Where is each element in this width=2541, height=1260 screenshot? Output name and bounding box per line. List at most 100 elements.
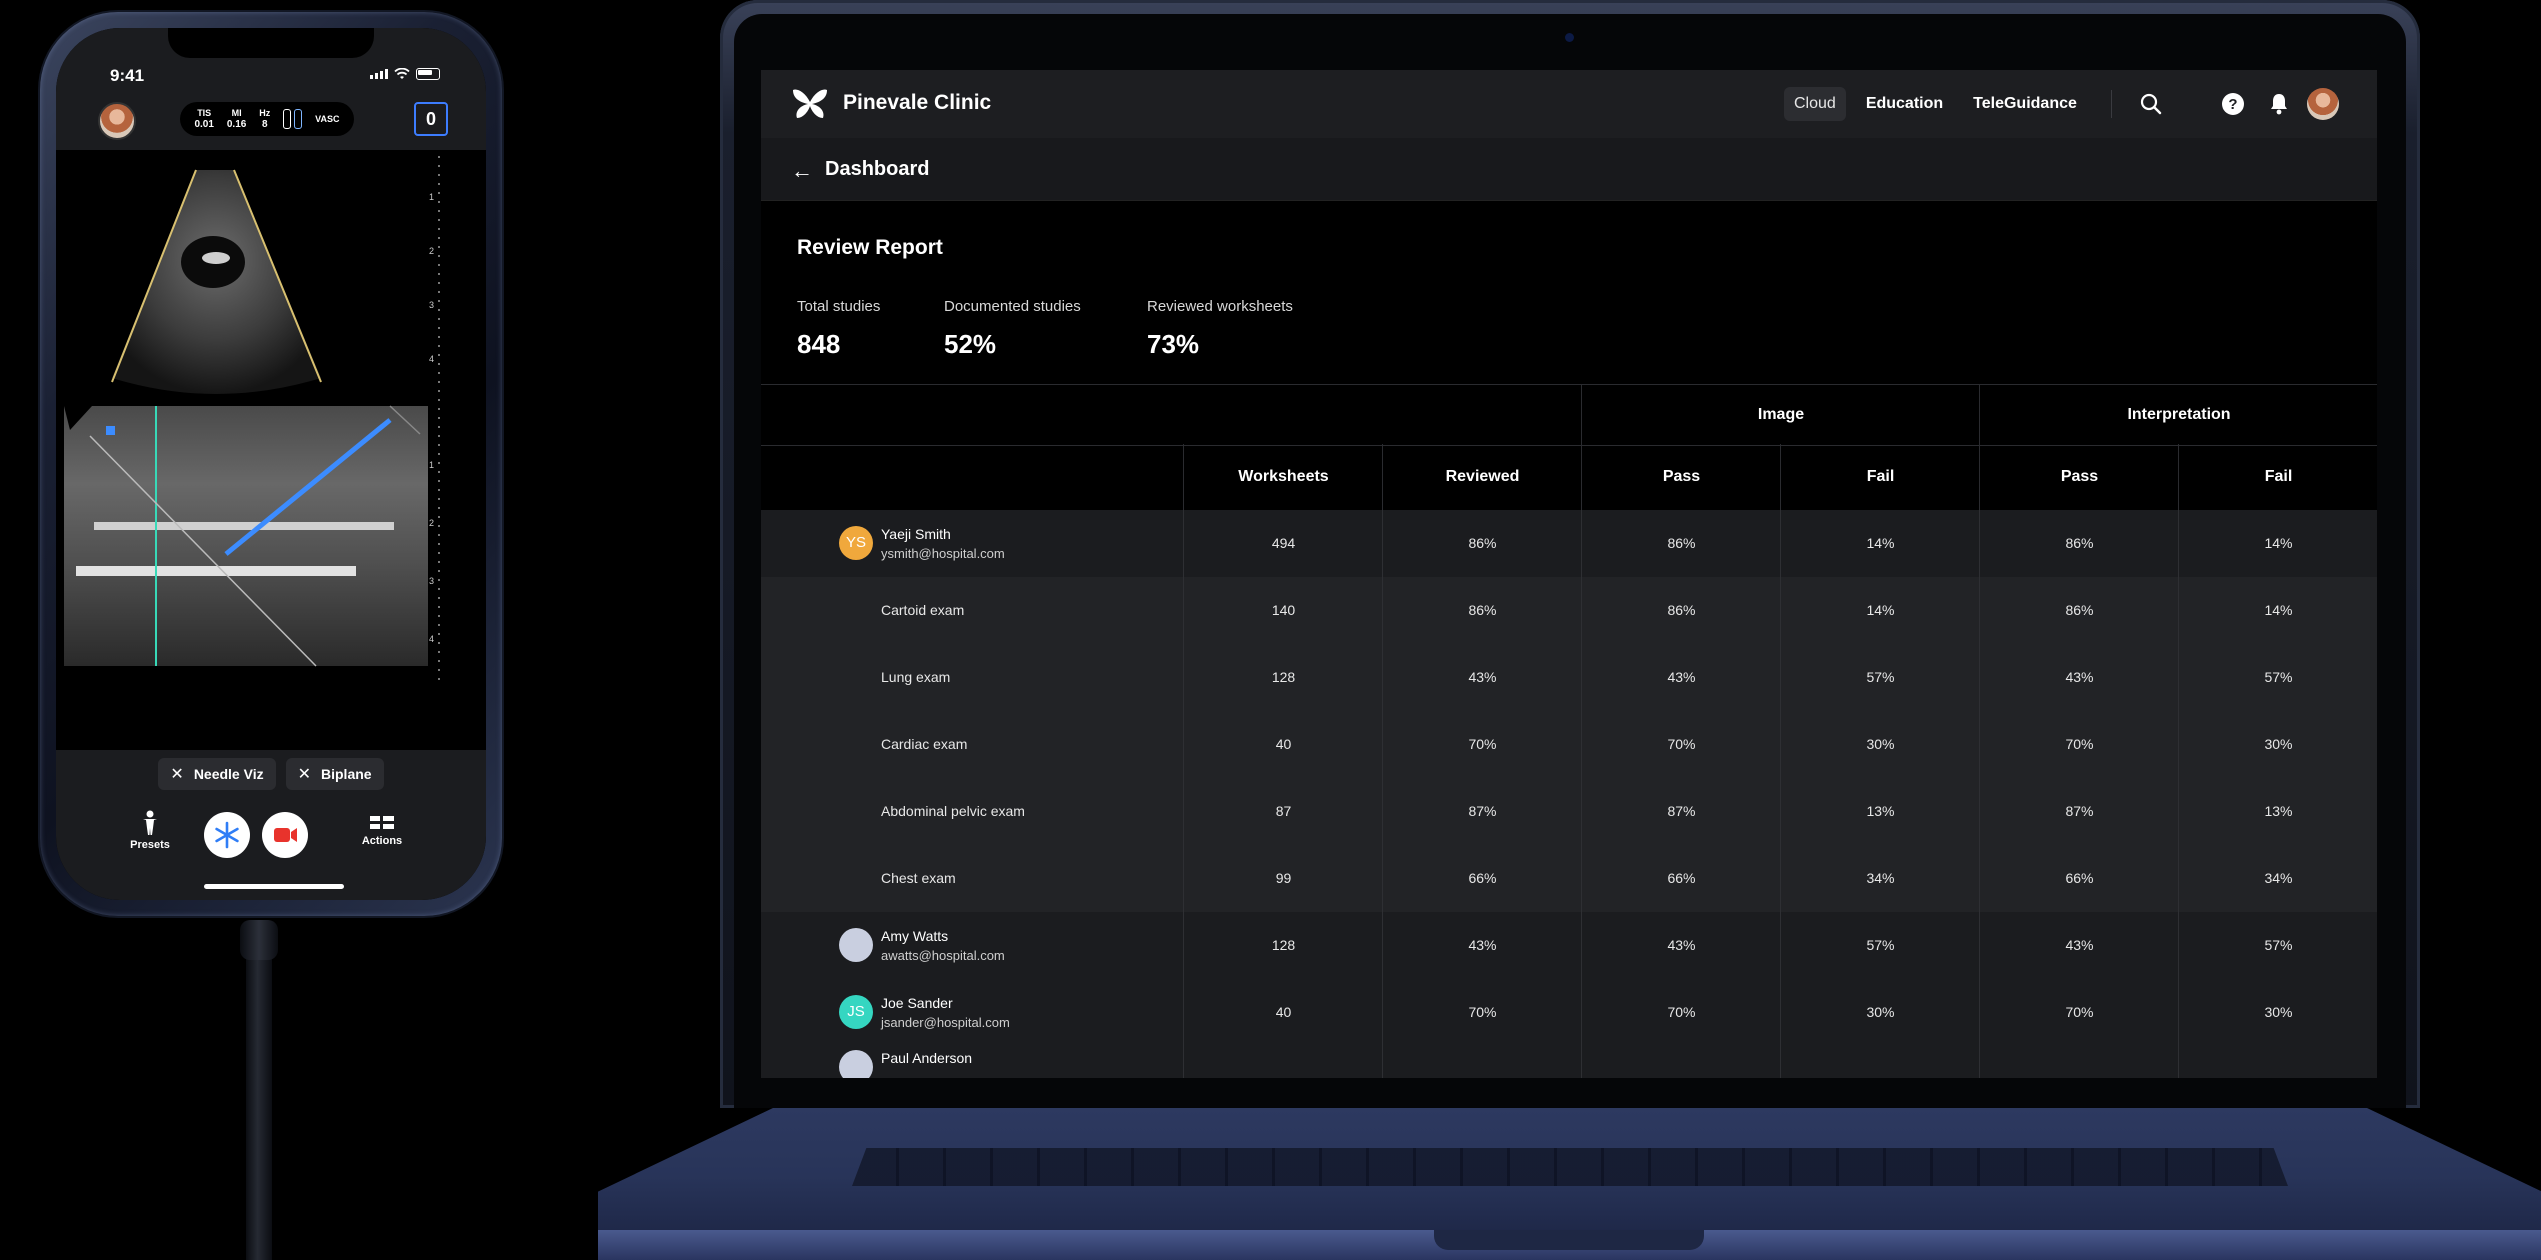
bell-icon[interactable] (2267, 92, 2291, 116)
user-avatar[interactable] (98, 102, 136, 140)
table-cell: 70% (1979, 711, 2179, 778)
table-cell: 87% (1979, 778, 2179, 845)
web-app: Pinevale Clinic Cloud Education TeleGuid… (761, 70, 2377, 1078)
chip-label: Needle Viz (193, 766, 264, 782)
col-worksheets[interactable]: Worksheets (1183, 444, 1383, 510)
svg-text:?: ? (2228, 96, 2237, 113)
col-interp-fail[interactable]: Fail (2178, 444, 2377, 510)
table-header: Worksheets Reviewed Pass Fail Pass Fail (761, 444, 2377, 511)
group-image: Image (1581, 385, 1980, 445)
phone-screen: 9:41 TIS 0.01 MI 0.16 Hz 8 VASC 0 1 2 3 … (56, 28, 486, 900)
table-cell: 57% (1780, 912, 1980, 979)
close-icon[interactable]: ✕ (170, 764, 183, 784)
avatar (839, 928, 873, 962)
table-cell: 43% (1382, 644, 1582, 711)
table-cell: 128 (1183, 912, 1383, 979)
table-cell: 30% (2178, 711, 2377, 778)
exam-name: Lung exam (881, 669, 951, 685)
biplane-chip[interactable]: ✕ Biplane (285, 758, 384, 790)
laptop-notch (1434, 1230, 1704, 1250)
scan-controls: ✕ Needle Viz ✕ Biplane Presets Actions (56, 750, 486, 900)
table-cell: 43% (1979, 644, 2179, 711)
snowflake-icon (215, 821, 239, 849)
table-cell: 70% (1382, 711, 1582, 778)
table-cell (1581, 1046, 1781, 1078)
stat-documented-studies: Documented studies 52% (944, 298, 1081, 359)
nav-cloud[interactable]: Cloud (1784, 87, 1846, 121)
table-cell: 87 (1183, 778, 1383, 845)
table-cell: 14% (1780, 577, 1980, 644)
profile-avatar[interactable] (2307, 88, 2339, 120)
name-cell: Abdominal pelvic exam (761, 778, 1183, 845)
stat-reviewed-worksheets: Reviewed worksheets 73% (1147, 298, 1293, 359)
scan-parameters[interactable]: TIS 0.01 MI 0.16 Hz 8 VASC (180, 102, 354, 136)
probe-icon (283, 109, 292, 129)
status-time: 9:41 (110, 66, 145, 85)
table-cell: 57% (1780, 644, 1980, 711)
needle-viz-chip[interactable]: ✕ Needle Viz (158, 758, 276, 790)
butterfly-logo-icon (793, 89, 827, 118)
camera-dot (1565, 33, 1574, 42)
table-group-header: Image Interpretation (761, 384, 2377, 446)
table-cell: 140 (1183, 577, 1383, 644)
search-icon[interactable] (2139, 92, 2163, 116)
name-cell: Chest exam (761, 845, 1183, 912)
close-icon[interactable]: ✕ (298, 764, 311, 784)
page-header: ← Dashboard (761, 138, 2377, 201)
table-row-exam[interactable]: Cardiac exam 40 70% 70% 30% 70% 30% (761, 711, 2377, 779)
table-cell: 40 (1183, 711, 1383, 778)
table-row-person[interactable]: JS Joe Sander jsander@hospital.com 40 70% 70%… (761, 979, 2377, 1047)
nav-education[interactable]: Education (1856, 87, 1953, 121)
back-arrow-icon[interactable]: ← (791, 158, 813, 184)
cable-plug (240, 920, 278, 960)
home-indicator[interactable] (204, 884, 344, 889)
counter-button[interactable]: 0 (414, 102, 448, 136)
table-cell: 87% (1382, 778, 1582, 845)
col-interp-pass[interactable]: Pass (1979, 444, 2179, 510)
table-cell: 70% (1979, 979, 2179, 1046)
table-cell: 86% (1581, 510, 1781, 577)
ultrasound-view[interactable]: 1 2 3 4 1 2 3 4 (56, 150, 486, 750)
table-cell: 66% (1979, 845, 2179, 912)
person-name: Yaeji Smith (881, 526, 951, 542)
top-nav: Pinevale Clinic Cloud Education TeleGuid… (761, 70, 2377, 138)
col-image-pass[interactable]: Pass (1581, 444, 1781, 510)
table-row-exam[interactable]: Cartoid exam 140 86% 86% 14% 86% 14% (761, 577, 2377, 645)
avatar (839, 1050, 873, 1078)
actions-button[interactable]: Actions (352, 814, 412, 847)
col-image-fail[interactable]: Fail (1780, 444, 1980, 510)
nav-teleguidance[interactable]: TeleGuidance (1963, 87, 2087, 121)
table-cell: 86% (1382, 577, 1582, 644)
table-row-person[interactable]: Paul Anderson (761, 1046, 2377, 1078)
table-cell: 30% (1780, 711, 1980, 778)
phone-cable (246, 925, 272, 1260)
table-row-exam[interactable]: Abdominal pelvic exam 87 87% 87% 13% 87% 13% (761, 778, 2377, 846)
table-row-exam[interactable]: Chest exam 99 66% 66% 34% 66% 34% (761, 845, 2377, 913)
col-reviewed[interactable]: Reviewed (1382, 444, 1582, 510)
table-cell (1979, 1046, 2179, 1078)
mode-label: VASC (315, 114, 340, 124)
group-interpretation: Interpretation (1979, 385, 2377, 445)
brand-name: Pinevale Clinic (843, 91, 992, 114)
table-cell: 494 (1183, 510, 1383, 577)
keyboard (852, 1148, 2288, 1186)
table-row-exam[interactable]: Lung exam 128 43% 43% 57% 43% 57% (761, 644, 2377, 712)
freeze-button[interactable] (204, 812, 250, 858)
table-cell: 43% (1581, 912, 1781, 979)
person-name: Joe Sander (881, 995, 953, 1011)
exam-name: Cartoid exam (881, 602, 965, 618)
table-row-person[interactable]: Amy Watts awatts@hospital.com 128 43% 43% 57%… (761, 912, 2377, 980)
phone-notch (168, 28, 374, 58)
depth-dots (438, 156, 440, 686)
table-row-person[interactable]: YS Yaeji Smith ysmith@hospital.com 494 86% 86… (761, 510, 2377, 578)
presets-button[interactable]: Presets (120, 810, 180, 851)
table-cell: 86% (1979, 577, 2179, 644)
name-cell: Cartoid exam (761, 577, 1183, 644)
video-camera-icon (274, 828, 297, 842)
table-cell: 14% (2178, 510, 2377, 577)
record-button[interactable] (262, 812, 308, 858)
person-email: ysmith@hospital.com (881, 546, 1005, 561)
help-icon[interactable]: ? (2221, 92, 2245, 116)
name-cell: Cardiac exam (761, 711, 1183, 778)
depth-scale: 1 2 3 4 1 2 3 4 (428, 192, 434, 644)
